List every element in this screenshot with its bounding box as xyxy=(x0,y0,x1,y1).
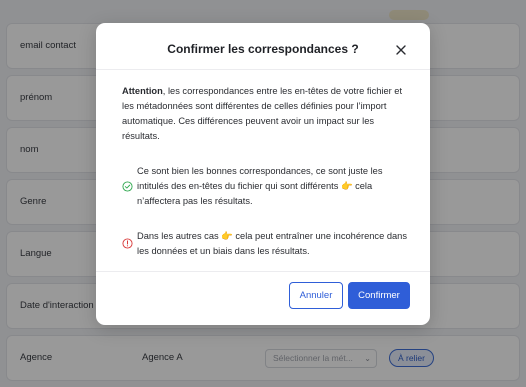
header-divider xyxy=(96,69,430,70)
ok-case-text: Ce sont bien les bonnes correspondances,… xyxy=(137,166,383,206)
close-icon xyxy=(396,45,406,55)
warning-case-text: Dans les autres cas 👉 cela peut entraîne… xyxy=(137,231,407,256)
cancel-button[interactable]: Annuler xyxy=(289,282,343,309)
footer-divider xyxy=(96,271,430,272)
confirm-button[interactable]: Confirmer xyxy=(348,282,410,309)
alert-circle-icon xyxy=(122,238,133,249)
confirm-dialog: Confirmer les correspondances ? Attentio… xyxy=(96,23,430,325)
dialog-title: Confirmer les correspondances ? xyxy=(167,42,359,56)
intro-text: , les correspondances entre les en-têtes… xyxy=(122,86,403,141)
close-button[interactable] xyxy=(394,43,408,57)
check-circle-icon xyxy=(122,181,133,192)
intro-emphasis: Attention xyxy=(122,86,163,96)
dialog-intro: Attention, les correspondances entre les… xyxy=(122,84,408,144)
